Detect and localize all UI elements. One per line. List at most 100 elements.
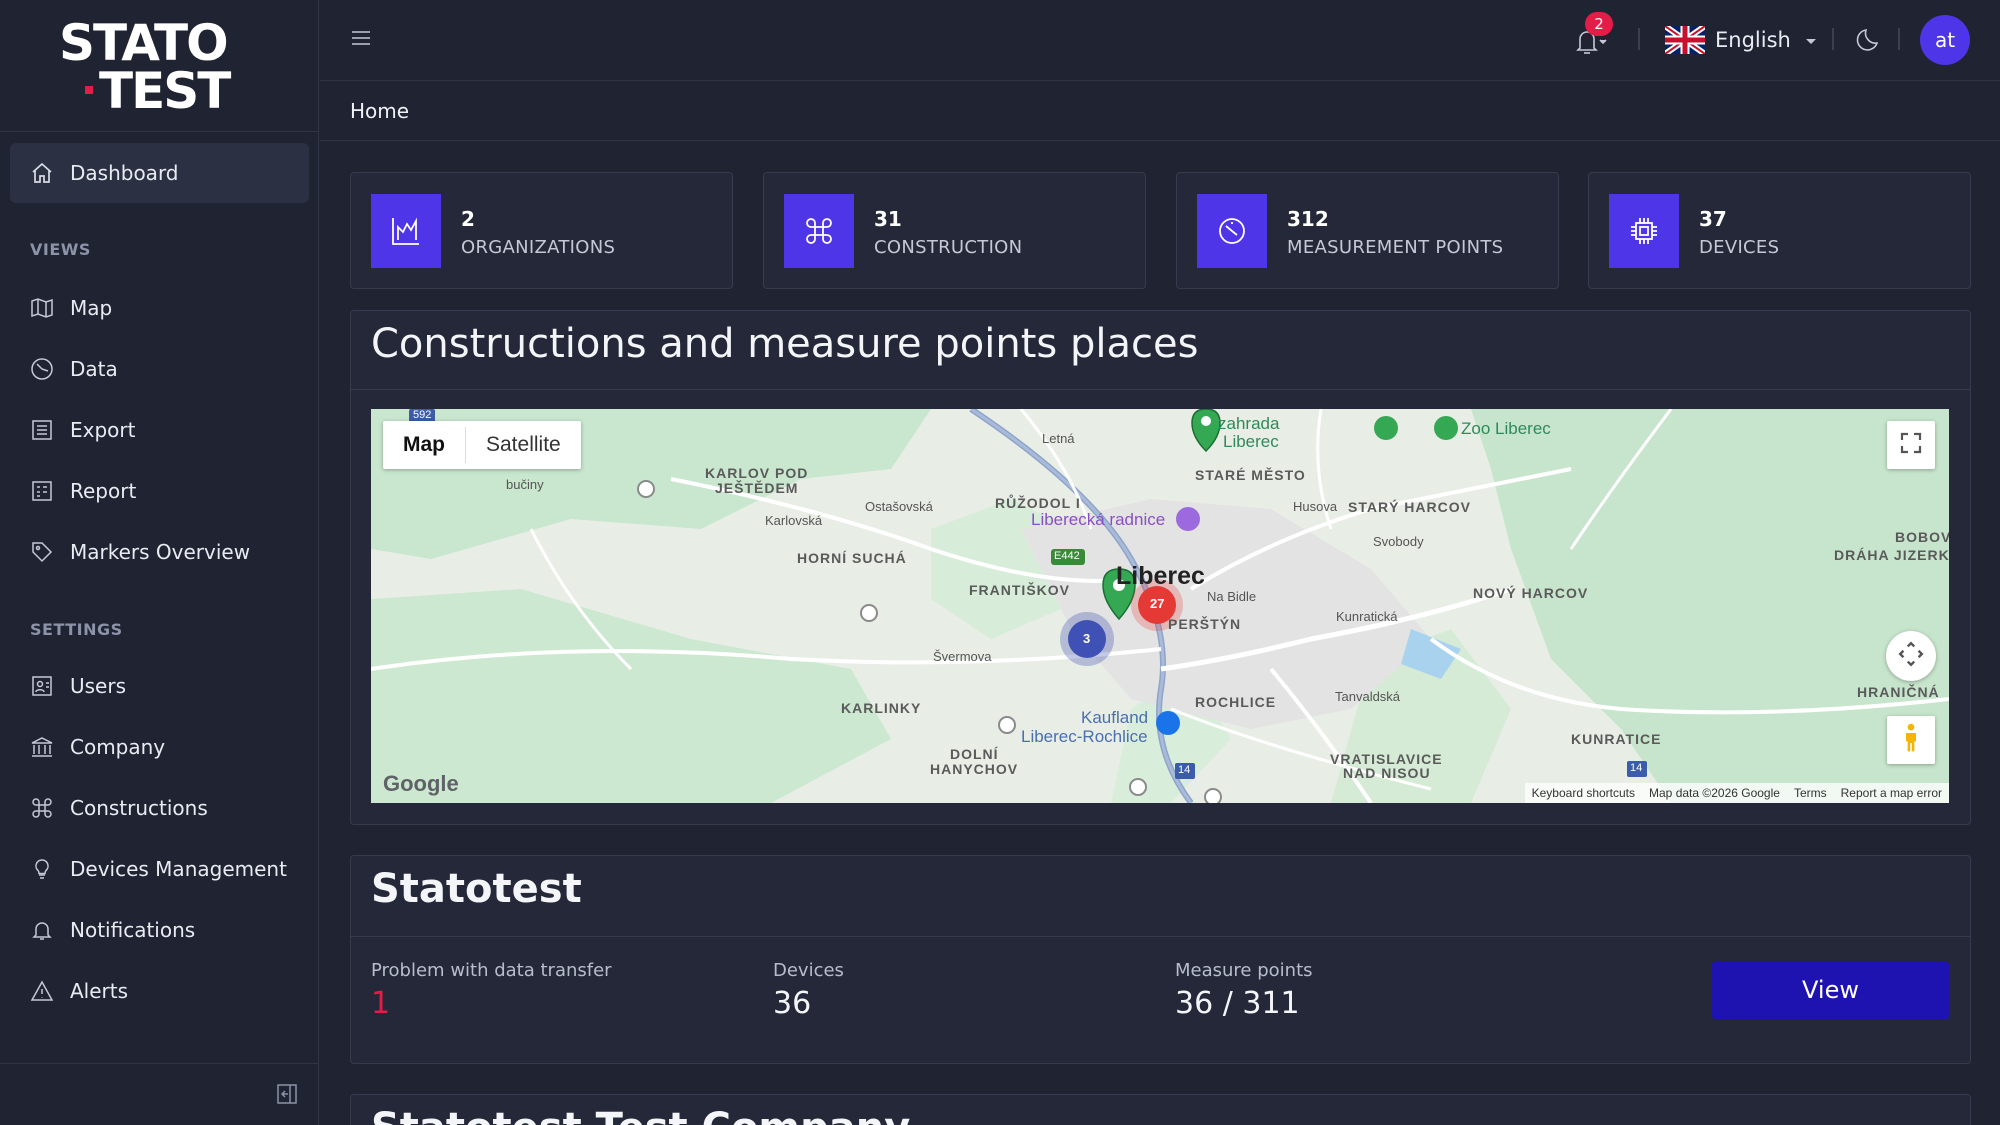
organizations-icon	[371, 194, 441, 268]
map-label: KARLOV POD	[705, 465, 809, 481]
language-selector[interactable]: English	[1663, 22, 1817, 58]
measure-points-value: 36 / 311	[1175, 986, 1300, 1021]
building-icon	[30, 735, 54, 759]
report-map-error-link[interactable]: Report a map error	[1834, 786, 1949, 800]
google-logo: Google	[383, 771, 459, 796]
stat-label: ORGANIZATIONS	[461, 237, 616, 258]
header-divider	[1898, 28, 1900, 50]
fullscreen-icon	[1899, 431, 1923, 459]
map-label: Tanvaldská	[1335, 689, 1401, 704]
notification-count-badge: 2	[1585, 12, 1613, 36]
map-type-map-button[interactable]: Map	[383, 421, 465, 469]
collapse-sidebar-icon[interactable]	[275, 1082, 299, 1106]
map-label: RŮŽODOL I	[995, 495, 1081, 511]
stat-card-devices: 37 DEVICES	[1588, 172, 1971, 289]
map-panel: Constructions and measure points places	[350, 310, 1971, 825]
map-label: Liberec	[1223, 432, 1279, 451]
sidebar-item-markers-overview[interactable]: Markers Overview	[10, 522, 309, 582]
export-icon	[30, 418, 54, 442]
pan-control-button[interactable]	[1886, 631, 1936, 681]
brand-logo[interactable]: STATO TEST	[59, 13, 259, 120]
stat-value: 2	[461, 207, 475, 231]
keyboard-shortcuts-link[interactable]: Keyboard shortcuts	[1525, 786, 1642, 800]
map-label: DRÁHA JIZERK	[1834, 547, 1949, 563]
company-name: Statotest	[371, 866, 582, 912]
map-label: Švermova	[933, 649, 992, 664]
breadcrumb: Home	[320, 81, 2000, 141]
stat-card-construction: 31 CONSTRUCTION	[763, 172, 1146, 289]
map-label: Liberecká radnice	[1031, 510, 1166, 529]
map-view[interactable]: KARLOV POD JEŠTĚDEM bučiny RŮŽODOL I Lib…	[371, 409, 1949, 803]
sidebar-item-label: Data	[70, 357, 118, 381]
devices-value: 36	[773, 986, 812, 1021]
map-label: bučiny	[506, 477, 544, 492]
chart-icon	[30, 357, 54, 381]
map-cluster-blue[interactable]: 3	[1083, 631, 1090, 646]
dark-mode-moon-icon[interactable]	[1855, 26, 1883, 54]
map-label: NAD NISOU	[1343, 765, 1431, 781]
road-shield-label: 14	[1630, 762, 1643, 774]
breadcrumb-home[interactable]: Home	[350, 99, 409, 123]
road-shield-label: 592	[413, 409, 432, 421]
map-label: zahrada	[1218, 414, 1280, 433]
users-icon	[30, 674, 54, 698]
tag-icon	[30, 540, 54, 564]
sidebar-item-map[interactable]: Map	[10, 278, 309, 338]
sidebar-item-data[interactable]: Data	[10, 339, 309, 399]
map-label: Liberec-Rochlice	[1021, 727, 1148, 746]
stat-card-measurement-points: 312 MEASUREMENT POINTS	[1176, 172, 1559, 289]
map-label: Kaufland	[1081, 708, 1149, 727]
stat-card-organizations: 2 ORGANIZATIONS	[350, 172, 733, 289]
company-card: Statotest Test Company	[350, 1094, 1971, 1125]
sidebar-item-company[interactable]: Company	[10, 717, 309, 777]
sidebar-item-export[interactable]: Export	[10, 400, 309, 460]
sidebar-item-alerts[interactable]: Alerts	[10, 961, 309, 1021]
fullscreen-button[interactable]	[1887, 421, 1935, 469]
hamburger-menu-icon[interactable]	[350, 27, 372, 49]
map-label: DOLNÍ	[950, 746, 999, 762]
terms-link[interactable]: Terms	[1787, 786, 1834, 800]
map-data-text: Map data ©2026 Google	[1649, 786, 1780, 800]
section-title-views: VIEWS	[30, 240, 91, 259]
sidebar-item-report[interactable]: Report	[10, 461, 309, 521]
bell-icon	[30, 918, 54, 942]
header-divider	[1638, 28, 1640, 50]
sidebar-footer	[0, 1063, 319, 1125]
measure-points-label: Measure points	[1175, 960, 1313, 981]
gauge-icon	[1197, 194, 1267, 268]
map-label: Karlovská	[765, 513, 823, 528]
panel-divider	[351, 389, 1970, 390]
map-label: ROCHLICE	[1195, 694, 1277, 710]
language-label: English	[1715, 28, 1791, 52]
sidebar: STATO TEST Dashboard VIEWS Map Data Expo…	[0, 0, 319, 1125]
map-label: Svobody	[1373, 534, 1424, 549]
brand-logo-line1: STATO	[59, 13, 229, 72]
view-company-button[interactable]: View	[1712, 961, 1949, 1019]
map-label: PERŠTÝN	[1168, 616, 1242, 632]
map-label: STARÝ HARCOV	[1348, 499, 1471, 515]
sidebar-item-dashboard[interactable]: Dashboard	[10, 143, 309, 203]
map-label: Kunratická	[1336, 609, 1398, 624]
devices-label: Devices	[773, 960, 844, 981]
map-label: KARLINKY	[841, 700, 922, 716]
map-icon	[30, 296, 54, 320]
problem-value: 1	[371, 986, 391, 1021]
sidebar-item-constructions[interactable]: Constructions	[10, 778, 309, 838]
map-label: HORNÍ SUCHÁ	[797, 550, 907, 566]
panel-divider	[351, 936, 1970, 937]
street-view-pegman-button[interactable]	[1887, 716, 1935, 764]
map-label: Na Bidle	[1207, 589, 1257, 604]
sidebar-item-users[interactable]: Users	[10, 656, 309, 716]
user-avatar[interactable]: at	[1920, 15, 1970, 65]
sidebar-item-notifications[interactable]: Notifications	[10, 900, 309, 960]
map-label: Zoo Liberec	[1461, 419, 1551, 438]
map-type-satellite-button[interactable]: Satellite	[466, 421, 581, 469]
map-label: Ostašovská	[865, 499, 933, 514]
stat-label: MEASUREMENT POINTS	[1287, 237, 1504, 258]
brand-logo-line2: TEST	[99, 61, 231, 120]
report-icon	[30, 479, 54, 503]
stat-value: 31	[874, 207, 902, 231]
map-cluster-red[interactable]: 27	[1150, 596, 1164, 611]
map-label: STARÉ MĚSTO	[1195, 467, 1306, 483]
sidebar-item-devices-management[interactable]: Devices Management	[10, 839, 309, 899]
